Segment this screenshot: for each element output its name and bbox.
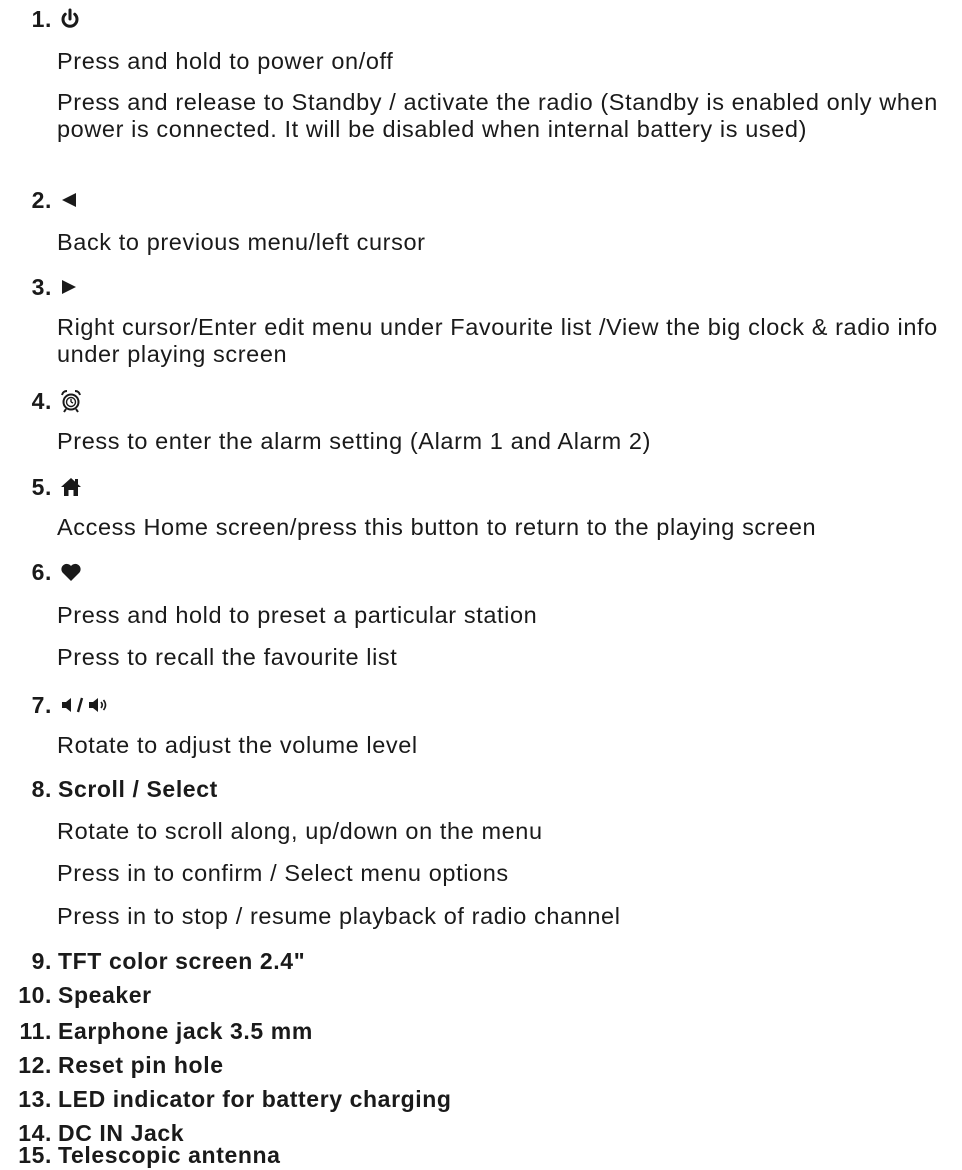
right-triangle-icon (60, 278, 78, 296)
list-item-1-heading: 1. (22, 4, 80, 34)
list-item-15-heading: 15. Telescopic antenna (10, 1140, 281, 1170)
item-1-line-1: Press and hold to power on/off (57, 48, 394, 74)
left-triangle-icon (60, 191, 78, 209)
item-number: 2. (31, 187, 52, 213)
item-6-line-1: Press and hold to preset a particular st… (57, 602, 538, 628)
item-number: 3. (31, 274, 52, 300)
item-number: 7. (31, 692, 52, 718)
item-title: LED indicator for battery charging (58, 1086, 452, 1112)
home-icon (60, 477, 82, 497)
item-title: Speaker (58, 982, 152, 1008)
item-number: 10. (18, 982, 52, 1008)
item-title: Earphone jack 3.5 mm (58, 1018, 313, 1044)
item-number: 13. (18, 1086, 52, 1112)
list-item-12-heading: 12. Reset pin hole (10, 1050, 224, 1080)
item-8-line-1: Rotate to scroll along, up/down on the m… (57, 818, 543, 844)
item-number: 8. (31, 776, 52, 802)
item-8-line-2: Press in to confirm / Select menu option… (57, 860, 509, 886)
volume-down-up-icon (60, 695, 122, 715)
list-item-11-heading: 11. Earphone jack 3.5 mm (10, 1016, 313, 1046)
list-item-10-heading: 10. Speaker (10, 980, 152, 1010)
list-item-5-heading: 5. (22, 472, 82, 502)
list-item-3-heading: 3. (22, 272, 78, 302)
power-icon (60, 8, 80, 30)
instruction-list: 1. Press and hold to power on/off Press … (0, 0, 962, 1169)
item-number: 4. (31, 388, 52, 414)
list-item-6-heading: 6. (22, 557, 82, 587)
heart-icon (60, 562, 82, 582)
item-number: 6. (31, 559, 52, 585)
item-number: 1. (31, 6, 52, 32)
item-4-line-1: Press to enter the alarm setting (Alarm … (57, 428, 652, 454)
list-item-8-heading: 8. Scroll / Select (22, 774, 218, 804)
list-item-13-heading: 13. LED indicator for battery charging (10, 1084, 452, 1114)
item-title: Scroll / Select (58, 776, 218, 802)
item-1-line-2: Press and release to Standby / activate … (57, 89, 938, 142)
list-item-9-heading: 9. TFT color screen 2.4" (22, 946, 305, 976)
item-number: 12. (18, 1052, 52, 1078)
item-number: 5. (31, 474, 52, 500)
item-8-line-3: Press in to stop / resume playback of ra… (57, 903, 621, 929)
item-number: 15. (18, 1142, 52, 1168)
list-item-7-heading: 7. (22, 690, 122, 720)
list-item-4-heading: 4. (22, 386, 82, 416)
item-3-line-1: Right cursor/Enter edit menu under Favou… (57, 314, 938, 367)
item-7-line-1: Rotate to adjust the volume level (57, 732, 418, 758)
item-number: 11. (19, 1018, 52, 1044)
item-6-line-2: Press to recall the favourite list (57, 644, 398, 670)
list-item-2-heading: 2. (22, 185, 78, 215)
item-title: Telescopic antenna (58, 1142, 281, 1168)
item-number: 9. (31, 948, 52, 974)
item-2-line-1: Back to previous menu/left cursor (57, 229, 426, 255)
alarm-clock-icon (60, 389, 82, 413)
item-title: TFT color screen 2.4" (58, 948, 306, 974)
item-5-line-1: Access Home screen/press this button to … (57, 514, 817, 540)
item-title: Reset pin hole (58, 1052, 224, 1078)
